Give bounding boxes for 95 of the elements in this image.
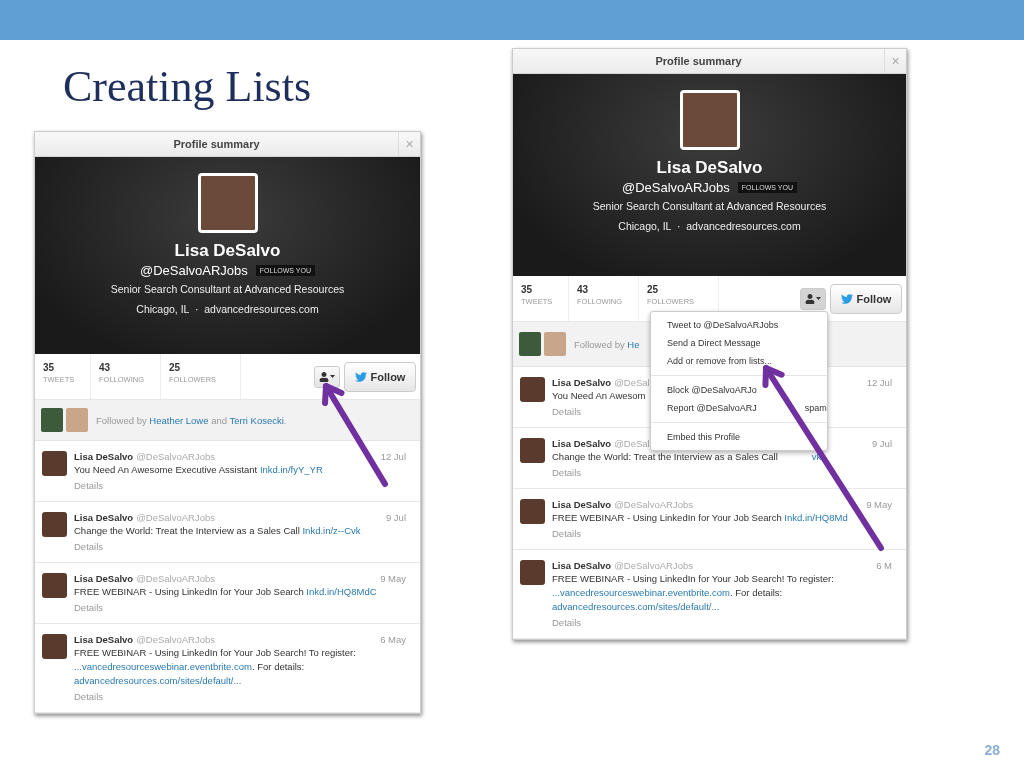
- tweet-link[interactable]: ...vancedresourceswebinar.eventbrite.com: [74, 661, 252, 672]
- follow-button[interactable]: Follow: [830, 283, 902, 314]
- tweet-date: 6 M: [876, 560, 892, 571]
- tweet-date: 9 Jul: [385, 512, 406, 523]
- profile-name: Lisa DeSalvo: [656, 157, 763, 179]
- photo-placeholder: [519, 332, 541, 356]
- photo-placeholder: [42, 512, 67, 537]
- menu-item[interactable]: Report @DeSalvoARJ: [651, 399, 773, 417]
- tweet-text: FREE WEBINAR - Using LinkedIn for Your Job Search Inkd.in/HQ8MdC: [74, 585, 377, 599]
- tweet-text: FREE WEBINAR - Using LinkedIn for Your Job Search! To register: ...vancedresourceswebinar.eventbrite.com. For details: advancedresources.com/sites/default/...: [552, 572, 835, 614]
- tweet-author: Lisa DeSalvo: [552, 499, 612, 510]
- details-link[interactable]: Details: [74, 541, 412, 552]
- photo-placeholder: [197, 173, 258, 233]
- person-icon: [319, 371, 329, 382]
- tweet-link[interactable]: Terri Kosecki: [229, 414, 284, 426]
- tweet-date: 12 Jul: [380, 451, 406, 462]
- followed-by-text: Followed by He: [574, 338, 640, 350]
- tweet-author: Lisa DeSalvo: [74, 634, 134, 645]
- tweet-handle: @DeSalvoARJobs: [136, 634, 215, 645]
- tweet-link[interactable]: advancedresources.com/sites/default/...: [552, 601, 720, 612]
- tweet-link[interactable]: He: [627, 338, 640, 350]
- menu-item[interactable]: Send a Direct Message: [651, 334, 777, 352]
- tweet-handle: @DeSalvoARJobs: [614, 560, 693, 571]
- tweet-date: 9 May: [866, 499, 892, 510]
- bird-icon: [840, 292, 853, 305]
- tweet-text: FREE WEBINAR - Using LinkedIn for Your Job Search Inkd.in/HQ8Md: [552, 511, 848, 525]
- tweet-link[interactable]: ...vancedresourceswebinar.eventbrite.com: [552, 587, 730, 598]
- tweet-text: Change the World: Treat the Interview as a Sales Call Inkd.in/z--Cvk: [74, 524, 361, 538]
- tweet-text: You Need An Awesom: [552, 389, 646, 403]
- details-link[interactable]: Details: [552, 467, 898, 478]
- tweet-link[interactable]: Heather Lowe: [149, 414, 209, 426]
- tweet-date: 12 Jul: [866, 377, 892, 388]
- photo-placeholder: [520, 560, 545, 585]
- follow-button[interactable]: Follow: [344, 361, 416, 392]
- tweet-author: Lisa DeSalvo: [74, 512, 134, 523]
- user-actions-button[interactable]: [800, 287, 826, 310]
- photo-placeholder: [520, 377, 545, 402]
- details-link[interactable]: Details: [74, 602, 412, 613]
- photo-placeholder: [679, 90, 740, 150]
- photo-placeholder: [520, 499, 545, 524]
- tweet-author: Lisa DeSalvo: [552, 560, 612, 571]
- tweet-text: Change the World: Treat the Interview as a Sales Call vk: [552, 450, 822, 464]
- followed-by-text: Followed by Heather Lowe and Terri Kosecki.: [96, 414, 287, 426]
- details-link[interactable]: Details: [552, 617, 898, 628]
- slide-title: Creating Lists: [63, 61, 313, 113]
- profile-name: Lisa DeSalvo: [174, 240, 281, 262]
- tweet-handle: @DeSalvoARJobs: [136, 512, 215, 523]
- photo-placeholder: [544, 332, 566, 356]
- tweet-text: You Need An Awesome Executive Assistant Inkd.in/fyY_YR: [74, 463, 323, 477]
- tweet-date: 9 May: [380, 573, 406, 584]
- details-link[interactable]: Details: [74, 480, 412, 491]
- photo-placeholder: [42, 634, 67, 659]
- menu-item-text[interactable]: spam: [804, 399, 827, 417]
- tweet-handle: @DeSalvoARJobs: [136, 573, 215, 584]
- tweet-link[interactable]: vk: [811, 451, 822, 462]
- profile-bio: Senior Search Consultant at Advanced Resources: [592, 199, 827, 214]
- photo-placeholder: [41, 408, 63, 432]
- menu-item[interactable]: Embed this Profile: [651, 428, 757, 446]
- tweet-link[interactable]: Inkd.in/z--Cvk: [302, 525, 361, 536]
- profile-location: Chicago, IL · advancedresources.com: [618, 219, 801, 234]
- caret-icon: [330, 375, 335, 378]
- tweet-author: Lisa DeSalvo: [552, 377, 612, 388]
- panel-title: Profile summary: [654, 55, 743, 67]
- menu-item[interactable]: Block @DeSalvoARJo: [651, 381, 773, 399]
- panel-title: Profile summary: [172, 138, 261, 150]
- tweet-author: Lisa DeSalvo: [74, 451, 134, 462]
- user-actions-button[interactable]: [314, 365, 340, 388]
- photo-placeholder: [520, 438, 545, 463]
- tweet-handle: @DeSalvoARJobs: [136, 451, 215, 462]
- tweet-link[interactable]: Inkd.in/HQ8MdC: [306, 586, 377, 597]
- tweet-date: 6 May: [380, 634, 406, 645]
- profile-handle: @DeSalvoARJobs: [139, 262, 248, 279]
- menu-item[interactable]: Add or remove from lists...: [651, 352, 789, 370]
- page-number: 28: [984, 742, 1000, 758]
- tweet-handle: @DeSal: [614, 377, 650, 388]
- bird-icon: [354, 370, 367, 383]
- details-link[interactable]: Details: [74, 691, 412, 702]
- tweet-link[interactable]: advancedresources.com/sites/default/...: [74, 675, 242, 686]
- tweet-author: Lisa DeSalvo: [552, 438, 612, 449]
- tweet-link[interactable]: Inkd.in/HQ8Md: [784, 512, 848, 523]
- tweet-text: FREE WEBINAR - Using LinkedIn for Your Job Search! To register: ...vancedresourceswebinar.eventbrite.com. For details: advancedresources.com/sites/default/...: [74, 646, 357, 688]
- details-link[interactable]: Details: [552, 528, 898, 539]
- tweet-date: 9 Jul: [871, 438, 892, 449]
- profile-handle: @DeSalvoARJobs: [621, 179, 730, 196]
- photo-placeholder: [66, 408, 88, 432]
- profile-location: Chicago, IL · advancedresources.com: [136, 302, 319, 317]
- tweet-handle: @DeSal: [614, 438, 650, 449]
- photo-placeholder: [42, 573, 67, 598]
- tweet-author: Lisa DeSalvo: [74, 573, 134, 584]
- profile-bio: Senior Search Consultant at Advanced Resources: [110, 282, 345, 297]
- person-icon: [805, 293, 815, 304]
- photo-placeholder: [42, 451, 67, 476]
- caret-icon: [816, 297, 821, 300]
- tweet-link[interactable]: Inkd.in/fyY_YR: [259, 464, 323, 475]
- tweet-handle: @DeSalvoARJobs: [614, 499, 693, 510]
